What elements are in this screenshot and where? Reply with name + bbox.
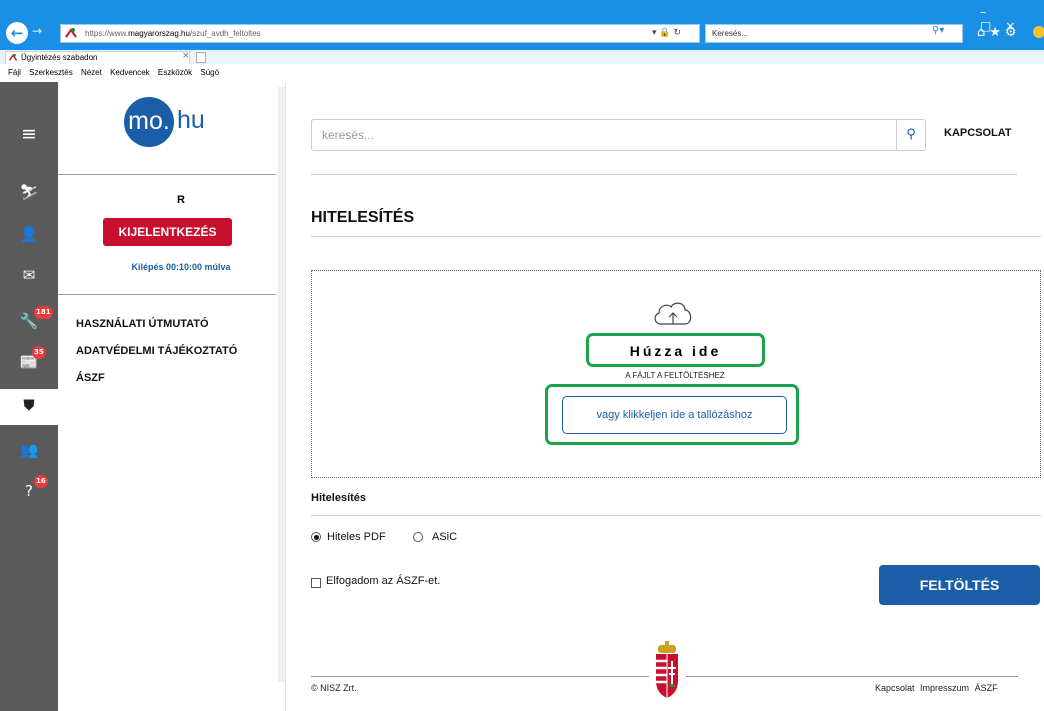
- mail-icon[interactable]: ✉: [0, 266, 58, 284]
- session-countdown: Kilépés 00:10:00 múlva: [131, 262, 231, 272]
- back-button[interactable]: ←: [6, 22, 28, 44]
- help-icon[interactable]: ?: [0, 482, 58, 500]
- footer-divider: [311, 676, 649, 677]
- search-icon[interactable]: ⚲: [896, 119, 926, 151]
- footer-links: Kapcsolat Impresszum ÁSZF: [872, 683, 998, 693]
- news-badge: 35: [32, 346, 46, 359]
- news-icon[interactable]: 📰: [0, 353, 58, 371]
- url-path: /szuf_avdh_feltoltes: [189, 29, 261, 38]
- section-divider: [311, 515, 1041, 516]
- header-divider: [311, 174, 1017, 175]
- hamburger-menu-icon[interactable]: ≡: [0, 123, 58, 145]
- menu-view[interactable]: Nézet: [81, 68, 102, 77]
- logout-button[interactable]: KIJELENTKEZÉS: [103, 218, 232, 246]
- sidebar-scrollbar[interactable]: [278, 87, 285, 682]
- footer-link-imprint[interactable]: Impresszum: [920, 683, 969, 693]
- sidebar-panel: [58, 82, 286, 711]
- coat-of-arms-icon: [656, 641, 678, 698]
- radio-label-asic[interactable]: ASiC: [432, 531, 457, 543]
- footer-link-terms[interactable]: ÁSZF: [975, 683, 998, 693]
- drag-subtext: A FÁJLT A FELTÖLTÉSHEZ: [625, 371, 725, 380]
- upload-button[interactable]: FELTÖLTÉS: [879, 565, 1040, 605]
- sidebar-link-privacy[interactable]: ADATVÉDELMI TÁJÉKOZTATÓ: [76, 345, 237, 357]
- site-search-input[interactable]: keresés...: [311, 119, 897, 151]
- address-bar-icons[interactable]: ▾ 🔒 ↻: [652, 24, 681, 43]
- menu-tools[interactable]: Eszközök: [158, 68, 192, 77]
- feedback-smiley-icon[interactable]: [1033, 26, 1044, 38]
- site-logo[interactable]: mo.: [124, 97, 174, 147]
- footer-link-contact[interactable]: Kapcsolat: [875, 683, 915, 693]
- footer-divider: [686, 676, 1018, 677]
- radio-hiteles-pdf[interactable]: [311, 532, 321, 542]
- menu-help[interactable]: Súgó: [200, 68, 219, 77]
- menu-edit[interactable]: Szerkesztés: [29, 68, 73, 77]
- drag-here-text: Húzza ide: [586, 333, 765, 367]
- user-icon[interactable]: 👤: [0, 225, 58, 243]
- user-name: R: [177, 194, 185, 206]
- accept-terms-checkbox[interactable]: [311, 578, 321, 588]
- menu-favorites[interactable]: Kedvencek: [110, 68, 150, 77]
- sidebar-divider: [58, 294, 276, 295]
- forward-button[interactable]: →: [32, 24, 42, 38]
- add-user-icon[interactable]: 👥: [0, 441, 58, 459]
- new-tab-button[interactable]: [196, 52, 206, 63]
- sidebar-divider: [58, 174, 276, 175]
- sidebar-link-terms[interactable]: ÁSZF: [76, 372, 105, 384]
- menu-bar: Fájl Szerkesztés Nézet Kedvencek Eszközö…: [0, 64, 1044, 82]
- browse-button[interactable]: vagy klikkeljen ide a tallózáshoz: [562, 396, 787, 434]
- contact-link[interactable]: KAPCSOLAT: [944, 127, 1012, 139]
- tab-close-icon[interactable]: ×: [182, 51, 190, 61]
- radio-asic[interactable]: [413, 532, 423, 542]
- accept-terms-label[interactable]: Elfogadom az ÁSZF-et.: [326, 575, 440, 587]
- tab-favicon-icon: [8, 53, 18, 61]
- site-logo-suffix[interactable]: hu: [177, 106, 205, 135]
- brand-figure-icon[interactable]: ⛷: [0, 183, 58, 201]
- title-divider: [311, 236, 1041, 237]
- page-title: HITELESÍTÉS: [311, 209, 415, 226]
- browser-search-icon[interactable]: ⚲▾: [932, 25, 944, 36]
- browser-toolbar-icons[interactable]: ⌂★⚙: [977, 25, 1021, 40]
- auth-section-label: Hitelesítés: [311, 492, 367, 504]
- shield-icon[interactable]: ⛊: [0, 396, 58, 414]
- menu-file[interactable]: Fájl: [8, 68, 21, 77]
- cloud-upload-icon: [654, 302, 692, 325]
- tab-current[interactable]: Ügyintézés szabadon: [5, 51, 190, 64]
- tools-badge: 181: [34, 306, 53, 319]
- radio-label-pdf[interactable]: Hiteles PDF: [327, 531, 386, 543]
- address-bar[interactable]: https://www.magyarorszag.hu/szuf_avdh_fe…: [60, 24, 700, 43]
- help-badge: 16: [34, 475, 48, 488]
- url-prefix: https://www.: [85, 29, 129, 38]
- browser-search-input[interactable]: Keresés...: [705, 24, 963, 43]
- sidebar-link-guide[interactable]: HASZNÁLATI ÚTMUTATÓ: [76, 318, 209, 330]
- copyright-text: © NISZ Zrt.: [311, 683, 357, 693]
- site-favicon-icon: [65, 28, 77, 38]
- url-domain: magyarorszag.hu: [128, 29, 190, 38]
